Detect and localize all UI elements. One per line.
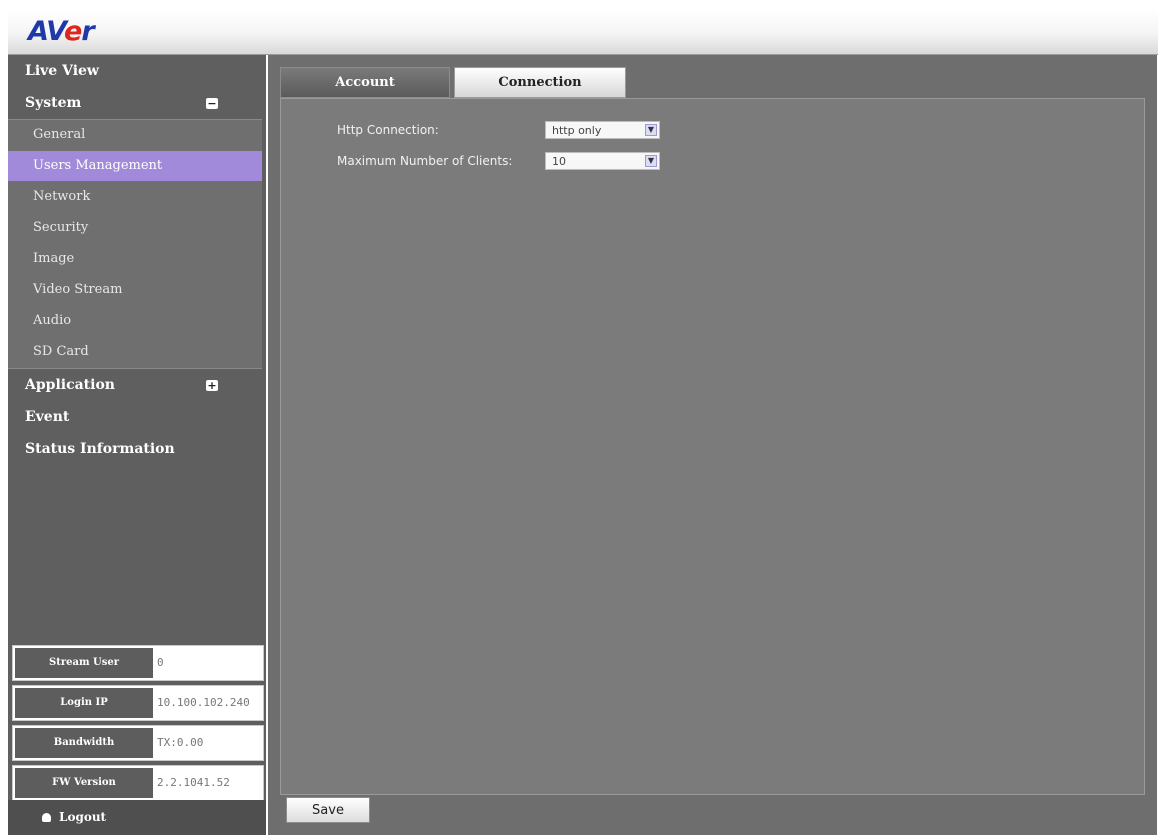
sidebar-item-security[interactable]: Security <box>8 213 262 243</box>
info-label: Stream User <box>15 648 153 678</box>
info-value: 2.2.1041.52 <box>157 776 230 789</box>
sidebar-item-image[interactable]: Image <box>8 244 262 274</box>
info-value: 0 <box>157 656 164 669</box>
sidebar-item-label: Application <box>25 377 115 393</box>
user-icon <box>42 813 51 822</box>
sidebar-item-audio[interactable]: Audio <box>8 306 262 336</box>
logout-button[interactable]: Logout <box>8 800 266 835</box>
info-row-bandwidth: Bandwidth TX:0.00 <box>12 725 264 761</box>
info-value: TX:0.00 <box>157 736 204 749</box>
http-connection-select[interactable]: http only ▼ <box>545 121 660 139</box>
sidebar-item-sd-card[interactable]: SD Card <box>8 337 262 367</box>
max-clients-select[interactable]: 10 ▼ <box>545 152 660 170</box>
aver-logo: AVer <box>28 16 95 47</box>
app-header: AVer <box>8 10 1158 55</box>
sidebar-item-users-management[interactable]: Users Management <box>8 151 262 181</box>
collapse-icon[interactable]: − <box>206 98 218 109</box>
sidebar-item-network[interactable]: Network <box>8 182 262 212</box>
info-value: 10.100.102.240 <box>157 696 250 709</box>
info-row-login-ip: Login IP 10.100.102.240 <box>12 685 264 721</box>
logout-label: Logout <box>59 810 107 824</box>
expand-icon[interactable]: + <box>206 380 218 391</box>
connection-settings: Http Connection: http only ▼ Maximum Num… <box>280 98 1145 795</box>
save-button[interactable]: Save <box>286 797 370 823</box>
tab-account[interactable]: Account <box>280 67 450 98</box>
sidebar-item-system[interactable]: System − <box>8 87 266 119</box>
info-row-stream-user: Stream User 0 <box>12 645 264 681</box>
chevron-down-icon[interactable]: ▼ <box>645 155 657 167</box>
chevron-down-icon[interactable]: ▼ <box>645 124 657 136</box>
sidebar-item-application[interactable]: Application + <box>8 369 266 401</box>
info-label: FW Version <box>15 768 153 798</box>
sidebar-item-status-information[interactable]: Status Information <box>8 433 266 465</box>
http-connection-label: Http Connection: <box>337 123 439 137</box>
sidebar-item-event[interactable]: Event <box>8 401 266 433</box>
system-submenu: General Users Management Network Securit… <box>8 119 262 369</box>
select-value: 10 <box>552 155 566 168</box>
sidebar-item-video-stream[interactable]: Video Stream <box>8 275 262 305</box>
sidebar: Live View System − General Users Managem… <box>8 55 266 835</box>
info-row-fw-version: FW Version 2.2.1041.52 <box>12 765 264 801</box>
status-info-panel: Stream User 0 Login IP 10.100.102.240 Ba… <box>8 645 266 805</box>
main-panel: Account Connection Http Connection: http… <box>268 55 1157 835</box>
sidebar-item-live-view[interactable]: Live View <box>8 55 266 87</box>
sidebar-item-label: System <box>25 95 82 111</box>
select-value: http only <box>552 124 602 137</box>
sidebar-item-general[interactable]: General <box>8 120 262 150</box>
info-label: Bandwidth <box>15 728 153 758</box>
info-label: Login IP <box>15 688 153 718</box>
max-clients-label: Maximum Number of Clients: <box>337 154 513 168</box>
tab-connection[interactable]: Connection <box>454 67 626 98</box>
